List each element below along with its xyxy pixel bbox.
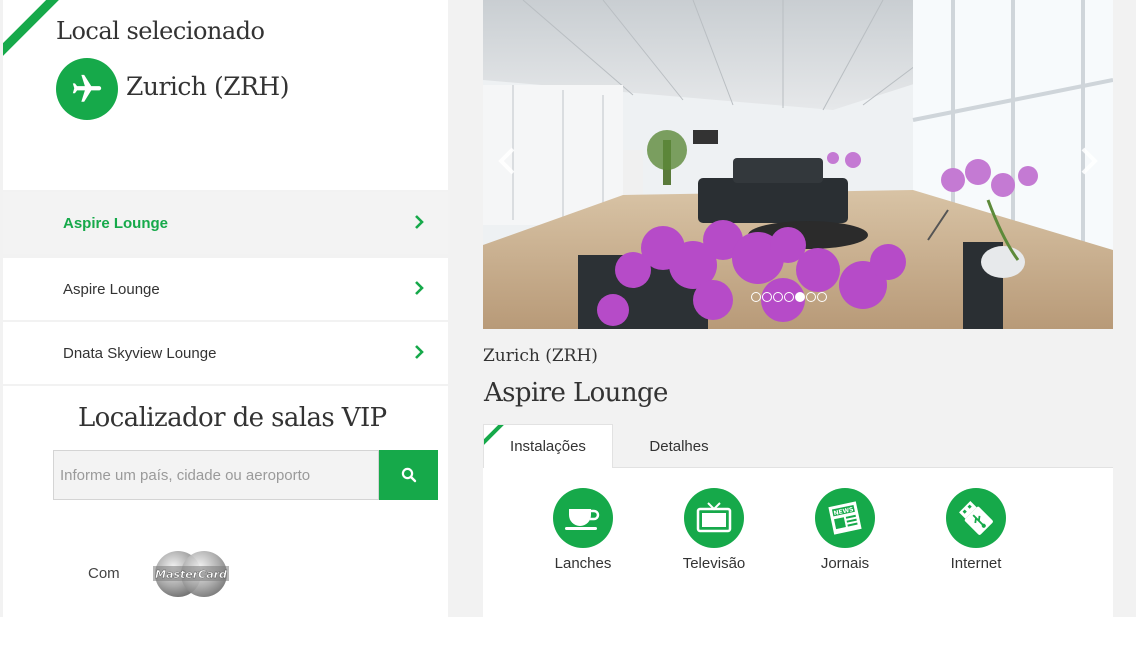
lounge-list-item[interactable]: Dnata Skyview Lounge: [3, 322, 448, 384]
search-input[interactable]: [53, 450, 379, 500]
amenity-label: Lanches: [554, 555, 612, 572]
usb-icon: [946, 488, 1006, 548]
selected-location-card: Local selecionado Zurich (ZRH): [3, 0, 448, 190]
next-arrow-icon[interactable]: [1075, 146, 1101, 176]
tab-label: Instalações: [510, 438, 586, 455]
coffee-cup-icon: [553, 488, 613, 548]
previous-arrow-icon[interactable]: [495, 146, 521, 176]
carousel-dot[interactable]: [762, 292, 772, 302]
lounge-list-item[interactable]: Aspire Lounge: [3, 258, 448, 320]
tab-instalacoes[interactable]: Instalações: [483, 424, 613, 469]
amenity-item: NEWS Jornais: [795, 488, 895, 572]
locator-heading: Localizador de salas VIP: [78, 403, 387, 433]
carousel-dot[interactable]: [784, 292, 794, 302]
lounge-detail: Zurich (ZRH) Aspire Lounge Instalações D…: [483, 0, 1113, 617]
amenity-label: Jornais: [820, 555, 870, 572]
amenity-item: Internet: [926, 488, 1026, 572]
lounge-locator: Localizador de salas VIP Com MasterCar: [3, 386, 448, 617]
amenity-label: Televisão: [682, 555, 746, 572]
page: Local selecionado Zurich (ZRH) Aspire Lo…: [0, 0, 1136, 652]
search-button[interactable]: [379, 450, 438, 500]
carousel-dot[interactable]: [795, 292, 805, 302]
detail-lounge-title: Aspire Lounge: [484, 378, 668, 408]
plane-icon: [56, 58, 118, 120]
television-icon: [684, 488, 744, 548]
tab-label: Detalhes: [649, 437, 709, 455]
newspaper-icon: NEWS: [815, 488, 875, 548]
lounge-list-item-label: Aspire Lounge: [63, 214, 169, 232]
amenity-item: Televisão: [664, 488, 764, 572]
lounge-photo: [483, 0, 1113, 329]
lounge-list-item-label: Aspire Lounge: [63, 280, 160, 298]
selected-heading: Local selecionado: [56, 17, 265, 45]
mastercard-logo: MasterCard: [153, 551, 229, 597]
carousel-dot[interactable]: [773, 292, 783, 302]
selected-city: Zurich (ZRH): [126, 72, 289, 101]
amenity-label: Internet: [950, 555, 1002, 572]
svg-text:MasterCard: MasterCard: [155, 568, 227, 581]
carousel-dot[interactable]: [817, 292, 827, 302]
partner-prefix: Com: [88, 565, 120, 582]
chevron-right-icon: [415, 281, 424, 295]
detail-tabs: Instalações Detalhes: [483, 424, 1113, 469]
carousel-dot[interactable]: [751, 292, 761, 302]
carousel-dot[interactable]: [806, 292, 816, 302]
amenity-item: Lanches: [533, 488, 633, 572]
chevron-right-icon: [415, 215, 424, 229]
left-panel: Local selecionado Zurich (ZRH) Aspire Lo…: [3, 0, 448, 617]
carousel-dots: [751, 292, 827, 302]
lounge-list-item-label: Dnata Skyview Lounge: [63, 344, 217, 362]
chevron-right-icon: [415, 345, 424, 359]
detail-city: Zurich (ZRH): [483, 346, 598, 366]
tab-detalhes[interactable]: Detalhes: [613, 424, 745, 468]
amenities-panel: Lanches Televisão NEWS Jornais Internet: [483, 468, 1113, 617]
lounge-photo-carousel[interactable]: [483, 0, 1113, 329]
search-icon: [401, 467, 416, 483]
lounge-list-item[interactable]: Aspire Lounge: [3, 192, 448, 254]
tab-accent: [484, 425, 506, 448]
